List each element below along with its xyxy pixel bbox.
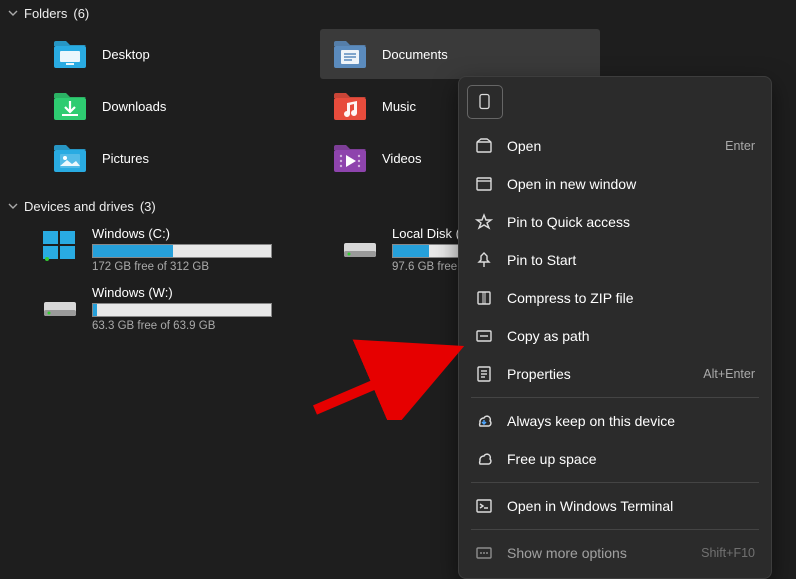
videos-folder-icon — [332, 143, 368, 173]
chevron-down-icon — [8, 199, 18, 214]
context-menu-item-open[interactable]: Open Enter — [459, 127, 771, 165]
folders-title: Folders — [24, 6, 67, 21]
zip-icon — [475, 289, 493, 307]
context-menu-item-window[interactable]: Open in new window — [459, 165, 771, 203]
drive-item[interactable]: Windows (C:) 172 GB free of 312 GB — [40, 222, 320, 277]
cloud-dl-icon — [475, 412, 493, 430]
context-menu-label: Open — [507, 138, 541, 154]
drive-name: Windows (C:) — [92, 226, 320, 241]
drive-free-text: 63.3 GB free of 63.9 GB — [92, 320, 320, 332]
drive-usage-bar — [92, 303, 272, 317]
drives-title: Devices and drives — [24, 199, 134, 214]
terminal-icon — [475, 497, 493, 515]
window-icon — [475, 175, 493, 193]
context-menu-item-path[interactable]: Copy as path — [459, 317, 771, 355]
folder-label: Pictures — [102, 151, 149, 166]
drive-name: Windows (W:) — [92, 285, 320, 300]
context-menu-separator — [471, 397, 759, 398]
context-menu-label: Free up space — [507, 451, 597, 467]
context-menu-label: Always keep on this device — [507, 413, 675, 429]
chevron-down-icon — [8, 6, 18, 21]
folder-item-desktop[interactable]: Desktop — [40, 29, 320, 79]
context-menu-hint: Enter — [725, 139, 755, 153]
folder-label: Music — [382, 99, 416, 114]
context-menu-item-cloud-dl[interactable]: Always keep on this device — [459, 402, 771, 440]
path-icon — [475, 327, 493, 345]
context-menu-item-cloud[interactable]: Free up space — [459, 440, 771, 478]
context-menu-label: Properties — [507, 366, 571, 382]
documents-folder-icon — [332, 39, 368, 69]
hdd-drive-icon — [40, 285, 80, 325]
context-menu-copy-button[interactable] — [467, 85, 503, 119]
context-menu-item-pin[interactable]: Pin to Start — [459, 241, 771, 279]
context-menu: Open Enter Open in new window Pin to Qui… — [458, 76, 772, 579]
folders-count: (6) — [73, 6, 89, 21]
context-menu-item-props[interactable]: Properties Alt+Enter — [459, 355, 771, 393]
folder-label: Documents — [382, 47, 448, 62]
context-menu-item-star[interactable]: Pin to Quick access — [459, 203, 771, 241]
folder-item-documents[interactable]: Documents — [320, 29, 600, 79]
drive-usage-bar — [92, 244, 272, 258]
downloads-folder-icon — [52, 91, 88, 121]
pictures-folder-icon — [52, 143, 88, 173]
windows-drive-icon — [40, 226, 80, 266]
drive-free-text: 172 GB free of 312 GB — [92, 261, 320, 273]
pin-icon — [475, 251, 493, 269]
context-menu-label: Open in Windows Terminal — [507, 498, 673, 514]
context-menu-label: Pin to Start — [507, 252, 576, 268]
context-menu-hint: Alt+Enter — [703, 367, 755, 381]
folder-item-pictures[interactable]: Pictures — [40, 133, 320, 183]
context-menu-label: Show more options — [507, 545, 627, 561]
folder-label: Videos — [382, 151, 422, 166]
desktop-folder-icon — [52, 39, 88, 69]
hdd-drive-icon — [340, 226, 380, 266]
context-menu-item-terminal[interactable]: Open in Windows Terminal — [459, 487, 771, 525]
context-menu-label: Pin to Quick access — [507, 214, 630, 230]
context-menu-label: Copy as path — [507, 328, 590, 344]
folder-label: Desktop — [102, 47, 150, 62]
folder-label: Downloads — [102, 99, 166, 114]
context-menu-label: Compress to ZIP file — [507, 290, 634, 306]
drives-count: (3) — [140, 199, 156, 214]
props-icon — [475, 365, 493, 383]
context-menu-separator — [471, 529, 759, 530]
music-folder-icon — [332, 91, 368, 121]
drive-item[interactable]: Windows (W:) 63.3 GB free of 63.9 GB — [40, 281, 320, 336]
context-menu-separator — [471, 482, 759, 483]
star-icon — [475, 213, 493, 231]
context-menu-hint: Shift+F10 — [701, 546, 755, 560]
context-menu-item-zip[interactable]: Compress to ZIP file — [459, 279, 771, 317]
annotation-arrow — [310, 330, 480, 420]
folders-section-header[interactable]: Folders (6) — [0, 0, 796, 29]
context-menu-label: Open in new window — [507, 176, 636, 192]
context-menu-item-more[interactable]: Show more options Shift+F10 — [459, 534, 771, 572]
cloud-icon — [475, 450, 493, 468]
folder-item-downloads[interactable]: Downloads — [40, 81, 320, 131]
more-icon — [475, 544, 493, 562]
open-icon — [475, 137, 493, 155]
